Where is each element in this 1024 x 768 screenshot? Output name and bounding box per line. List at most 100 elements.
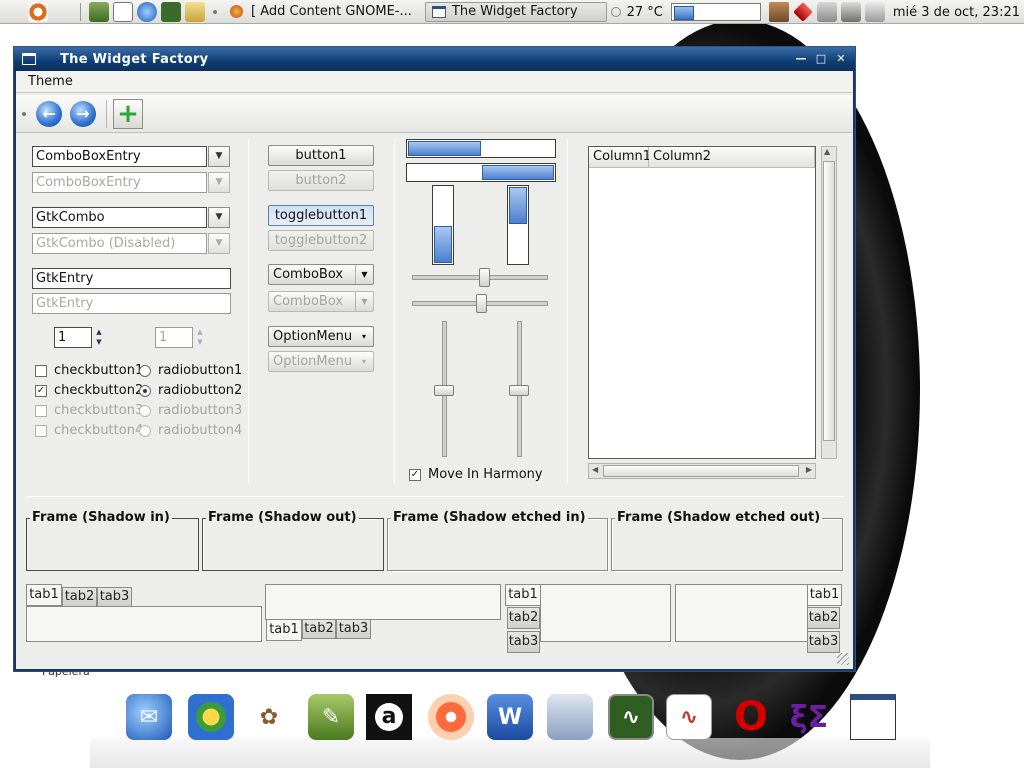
scroll-left-icon[interactable]: ◀ bbox=[592, 465, 598, 474]
move-in-harmony-label[interactable]: Move In Harmony bbox=[428, 467, 543, 482]
nb2-tab2[interactable]: tab2 bbox=[302, 619, 336, 639]
dock-shelf bbox=[90, 738, 930, 768]
hscroll-thumb[interactable] bbox=[603, 465, 799, 477]
nb1-tab3[interactable]: tab3 bbox=[97, 587, 132, 607]
column-separator bbox=[567, 139, 568, 483]
browser-launcher-icon[interactable] bbox=[137, 1, 157, 22]
rabbit-icon[interactable]: ✿ bbox=[246, 694, 292, 740]
nb3-tab2[interactable]: tab2 bbox=[507, 607, 540, 629]
volume-icon[interactable] bbox=[864, 2, 885, 22]
network-icon[interactable] bbox=[816, 2, 837, 22]
button1[interactable]: button1 bbox=[268, 145, 374, 166]
cpu-meter[interactable] bbox=[670, 3, 761, 21]
gtkentry-field[interactable]: GtkEntry bbox=[32, 268, 231, 289]
radiobutton2-label[interactable]: radiobutton2 bbox=[158, 383, 242, 398]
comboboxentry-field[interactable]: ComboBoxEntry bbox=[32, 146, 207, 167]
checkbutton1-box[interactable] bbox=[35, 365, 47, 377]
image-editor-icon[interactable]: ✎ bbox=[308, 694, 354, 740]
nb1-tab2[interactable]: tab2 bbox=[62, 587, 97, 607]
spinbutton-arrows[interactable]: ▲ ▼ bbox=[94, 327, 104, 348]
hscale-top-knob[interactable] bbox=[479, 268, 490, 287]
maximize-icon[interactable]: □ bbox=[815, 53, 827, 65]
checkbutton1-label[interactable]: checkbutton1 bbox=[54, 363, 143, 378]
nb3-tab1[interactable]: tab1 bbox=[505, 584, 541, 606]
weather-icon[interactable] bbox=[610, 7, 621, 17]
system-monitor-icon[interactable]: ∿ bbox=[608, 694, 654, 740]
radiobutton4-label: radiobutton4 bbox=[158, 423, 243, 438]
tool-icon[interactable] bbox=[768, 2, 789, 22]
nb2-tab1[interactable]: tab1 bbox=[266, 619, 302, 641]
messenger-icon[interactable] bbox=[188, 694, 234, 740]
hscale-bottom-knob[interactable] bbox=[476, 294, 487, 313]
close-icon[interactable]: ✕ bbox=[835, 53, 847, 65]
display-icon[interactable] bbox=[840, 2, 861, 22]
window-list-icon[interactable] bbox=[850, 694, 896, 740]
tree-vertical-scrollbar[interactable]: ▲ bbox=[821, 146, 837, 459]
apps-launcher-icon[interactable] bbox=[89, 1, 109, 22]
task-add-content[interactable]: [ Add Content GNOME-... bbox=[223, 2, 419, 22]
gtkcombo-dropdown[interactable]: ▼ bbox=[208, 207, 230, 228]
vscale-right-knob[interactable] bbox=[509, 385, 529, 396]
spinbutton-field[interactable]: 1 bbox=[54, 327, 92, 348]
ruby-icon[interactable] bbox=[792, 2, 813, 22]
thunderbird-icon[interactable]: ✉ bbox=[126, 694, 172, 740]
nb3-tab3[interactable]: tab3 bbox=[507, 631, 540, 653]
togglebutton1[interactable]: togglebutton1 bbox=[268, 205, 374, 226]
combobox[interactable]: ComboBox ▼ bbox=[268, 264, 374, 285]
toolbar-separator bbox=[106, 99, 107, 128]
math-icon[interactable]: ξΣ bbox=[786, 694, 832, 740]
temperature-label[interactable]: 27 °C bbox=[627, 5, 663, 20]
graph-plotter-icon[interactable]: ∿ bbox=[666, 694, 712, 740]
comboboxentry-dropdown[interactable]: ▼ bbox=[208, 146, 230, 167]
cd-player-icon[interactable] bbox=[428, 694, 474, 740]
nb1-page bbox=[26, 606, 262, 642]
window-menu-icon[interactable] bbox=[22, 53, 36, 65]
checkbutton4-label: checkbutton4 bbox=[54, 423, 144, 438]
word-processor-icon[interactable]: W bbox=[487, 694, 533, 740]
radiobutton2-circle[interactable] bbox=[139, 385, 151, 397]
resize-grip-icon[interactable] bbox=[837, 653, 849, 665]
move-in-harmony-box[interactable]: ✓ bbox=[409, 469, 421, 481]
minimize-icon[interactable]: — bbox=[795, 53, 807, 65]
column2-header[interactable]: Column2 bbox=[649, 147, 815, 168]
nb4-tab1[interactable]: tab1 bbox=[807, 584, 842, 606]
back-arrow-icon[interactable]: ← bbox=[36, 100, 62, 127]
radiobutton1-circle[interactable] bbox=[139, 365, 151, 377]
add-button[interactable]: + bbox=[113, 98, 143, 129]
vprogress-left bbox=[432, 185, 454, 265]
radiobutton1-label[interactable]: radiobutton1 bbox=[158, 363, 242, 378]
column1-header[interactable]: Column1 bbox=[589, 147, 651, 168]
nb1-tab1[interactable]: tab1 bbox=[26, 584, 62, 606]
nb4-tab2[interactable]: tab2 bbox=[807, 607, 840, 629]
installer-icon[interactable] bbox=[547, 694, 593, 740]
toolbar-grip[interactable] bbox=[22, 111, 26, 116]
window-titlebar[interactable]: The Widget Factory — □ ✕ bbox=[14, 47, 855, 71]
opera-icon[interactable]: O bbox=[728, 694, 774, 740]
checkbutton2-box[interactable]: ✓ bbox=[35, 385, 47, 397]
checkbutton2-label[interactable]: checkbutton2 bbox=[54, 383, 143, 398]
task-widget-factory[interactable]: The Widget Factory bbox=[424, 1, 607, 22]
forward-arrow-icon[interactable]: → bbox=[70, 100, 96, 127]
system-monitor-launcher-icon[interactable] bbox=[161, 1, 181, 22]
folder-launcher-icon[interactable] bbox=[185, 1, 205, 22]
tree-horizontal-scrollbar[interactable]: ◀ ▶ bbox=[588, 463, 816, 479]
comboboxentry-disabled-field: ComboBoxEntry bbox=[32, 172, 207, 193]
a-launcher-icon[interactable]: a bbox=[366, 694, 412, 740]
nb3-page bbox=[540, 584, 671, 642]
scroll-thumb[interactable] bbox=[823, 161, 835, 441]
chevron-down-icon: ▼ bbox=[355, 292, 373, 311]
scroll-up-icon[interactable]: ▲ bbox=[824, 147, 830, 156]
optionmenu[interactable]: OptionMenu ▾ bbox=[268, 326, 374, 347]
vscale-left-knob[interactable] bbox=[434, 385, 454, 396]
gtkcombo-field[interactable]: GtkCombo bbox=[32, 207, 207, 228]
tree-view[interactable]: Column1 Column2 bbox=[588, 146, 816, 459]
scroll-right-icon[interactable]: ▶ bbox=[806, 465, 812, 474]
clock[interactable]: mié 3 de oct, 23:21 bbox=[893, 5, 1020, 20]
ubuntu-menu-icon[interactable] bbox=[28, 1, 48, 22]
nb2-tab3[interactable]: tab3 bbox=[336, 619, 371, 639]
frames-separator bbox=[26, 496, 844, 497]
editor-launcher-icon[interactable] bbox=[113, 1, 133, 22]
nb4-tab3[interactable]: tab3 bbox=[807, 631, 840, 653]
menu-theme[interactable]: Theme bbox=[16, 74, 85, 89]
spinbutton-disabled-field: 1 bbox=[155, 327, 193, 348]
